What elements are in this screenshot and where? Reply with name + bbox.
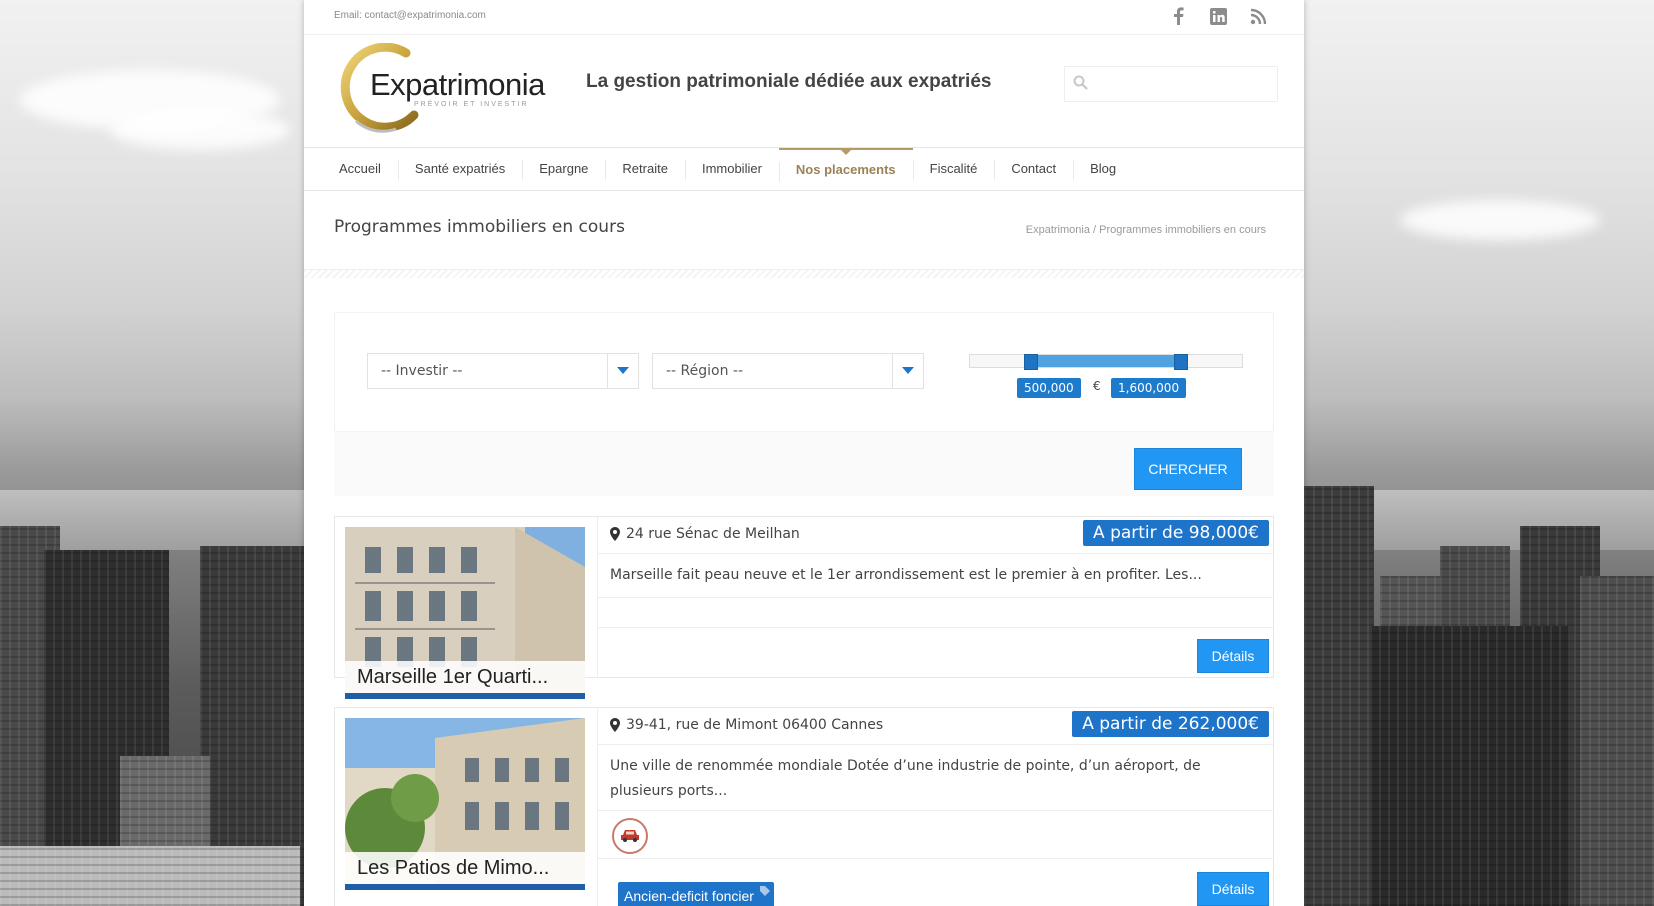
site-tagline: La gestion patrimoniale dédiée aux expat… xyxy=(586,71,992,92)
currency-label: € xyxy=(1093,379,1101,393)
rss-icon[interactable] xyxy=(1248,6,1268,26)
nav-item-retraite[interactable]: Retraite xyxy=(605,148,685,190)
investir-select[interactable]: -- Investir -- xyxy=(367,353,639,389)
nav-item-nos-placements[interactable]: Nos placements xyxy=(778,148,913,190)
listing-features-row xyxy=(598,597,1273,628)
divider-stripes xyxy=(304,270,1304,278)
region-select-value: -- Région -- xyxy=(666,363,744,379)
search-filter-panel: -- Investir -- -- Région -- 500,000 € 1,… xyxy=(334,312,1274,496)
price-range-fill xyxy=(1030,355,1180,367)
title-bar: Programmes immobiliers en cours Expatrim… xyxy=(304,191,1304,270)
cloud xyxy=(1400,200,1600,240)
listing-body: 39-41, rue de Mimont 06400 Cannes A part… xyxy=(597,708,1273,906)
price-max-handle[interactable] xyxy=(1174,354,1188,370)
listing-description: Marseille fait peau neuve et le 1er arro… xyxy=(610,567,1202,583)
parking-car-icon xyxy=(612,818,648,854)
listing-features-row xyxy=(598,810,1273,859)
listing-description: Une ville de renommée mondiale Dotée d’u… xyxy=(610,758,1201,799)
social-links xyxy=(1168,6,1268,26)
nav-item-contact[interactable]: Contact xyxy=(994,148,1073,190)
search-button[interactable]: CHERCHER xyxy=(1134,448,1242,490)
tag-icon xyxy=(759,886,770,896)
tax-scheme-badge[interactable]: Ancien-deficit foncier xyxy=(618,882,774,906)
logo-subtext: PRÉVOIR ET INVESTIR xyxy=(414,101,529,108)
listing-address-text: 39-41, rue de Mimont 06400 Cannes xyxy=(626,717,884,733)
price-min-tag: 500,000 xyxy=(1017,378,1081,398)
facebook-icon[interactable] xyxy=(1168,6,1188,26)
listing-caption: Les Patios de Mimo... xyxy=(345,852,585,884)
map-marker-icon xyxy=(610,718,620,732)
building xyxy=(1304,486,1374,906)
building xyxy=(1580,576,1654,906)
building xyxy=(1370,626,1570,906)
listing-price: A partir de 98,000€ xyxy=(1083,520,1269,546)
listing-header-row: 39-41, rue de Mimont 06400 Cannes A part… xyxy=(598,708,1273,745)
listing-card: Marseille 1er Quarti... 24 rue Sénac de … xyxy=(334,516,1274,699)
tax-scheme-badge-label: Ancien-deficit foncier xyxy=(624,888,754,904)
nav-item-immobilier[interactable]: Immobilier xyxy=(684,148,779,190)
nav-item-epargne[interactable]: Epargne xyxy=(522,148,605,190)
listing-body: 24 rue Sénac de Meilhan A partir de 98,0… xyxy=(597,517,1273,677)
price-range-slider[interactable] xyxy=(969,354,1243,370)
price-min-handle[interactable] xyxy=(1024,354,1038,370)
listing-address: 24 rue Sénac de Meilhan xyxy=(610,526,800,542)
region-select[interactable]: -- Région -- xyxy=(652,353,924,389)
search-input[interactable] xyxy=(1097,67,1271,99)
listing-header-row: 24 rue Sénac de Meilhan A partir de 98,0… xyxy=(598,517,1273,554)
main-nav: Accueil Santé expatriés Epargne Retraite… xyxy=(304,148,1304,191)
nav-item-sante-expatries[interactable]: Santé expatriés xyxy=(397,148,522,190)
nav-item-fiscalite[interactable]: Fiscalité xyxy=(912,148,995,190)
building xyxy=(0,846,300,906)
details-button[interactable]: Détails xyxy=(1197,872,1269,906)
site-header: Expatrimonia PRÉVOIR ET INVESTIR La gest… xyxy=(304,35,1304,148)
listing-card: Les Patios de Mimo... 39-41, rue de Mimo… xyxy=(334,707,1274,906)
listing-description-row: Une ville de renommée mondiale Dotée d’u… xyxy=(598,744,1273,811)
search-icon xyxy=(1073,75,1088,94)
listing-address: 39-41, rue de Mimont 06400 Cannes xyxy=(610,717,883,733)
page-title: Programmes immobiliers en cours xyxy=(334,217,625,237)
nav-item-accueil[interactable]: Accueil xyxy=(322,148,398,190)
listing-price: A partir de 262,000€ xyxy=(1072,711,1269,737)
listing-address-text: 24 rue Sénac de Meilhan xyxy=(626,526,800,542)
listing-image[interactable]: Les Patios de Mimo... xyxy=(345,718,585,890)
linkedin-icon[interactable] xyxy=(1208,6,1228,26)
details-button[interactable]: Détails xyxy=(1197,639,1269,673)
logo-text: Expatrimonia xyxy=(370,67,545,102)
price-max-tag: 1,600,000 xyxy=(1111,378,1187,398)
site-logo[interactable]: Expatrimonia PRÉVOIR ET INVESTIR xyxy=(336,43,545,135)
cloud xyxy=(110,110,290,150)
listing-caption: Marseille 1er Quarti... xyxy=(345,661,585,693)
breadcrumb[interactable]: Expatrimonia / Programmes immobiliers en… xyxy=(1026,224,1266,236)
listing-description-row: Marseille fait peau neuve et le 1er arro… xyxy=(598,553,1273,598)
page-container: Email: contact@expatrimonia.com Expatrim… xyxy=(304,0,1304,906)
chevron-down-icon xyxy=(892,354,923,388)
investir-select-value: -- Investir -- xyxy=(381,363,463,379)
caption-underline xyxy=(345,693,585,699)
nav-item-blog[interactable]: Blog xyxy=(1073,148,1133,190)
top-bar: Email: contact@expatrimonia.com xyxy=(304,0,1304,35)
listing-image[interactable]: Marseille 1er Quarti... xyxy=(345,527,585,699)
filter-fields: -- Investir -- -- Région -- 500,000 € 1,… xyxy=(334,312,1274,432)
search-box xyxy=(1064,66,1278,102)
contact-email[interactable]: Email: contact@expatrimonia.com xyxy=(334,10,486,21)
map-marker-icon xyxy=(610,527,620,541)
chevron-down-icon xyxy=(607,354,638,388)
caption-underline xyxy=(345,884,585,890)
